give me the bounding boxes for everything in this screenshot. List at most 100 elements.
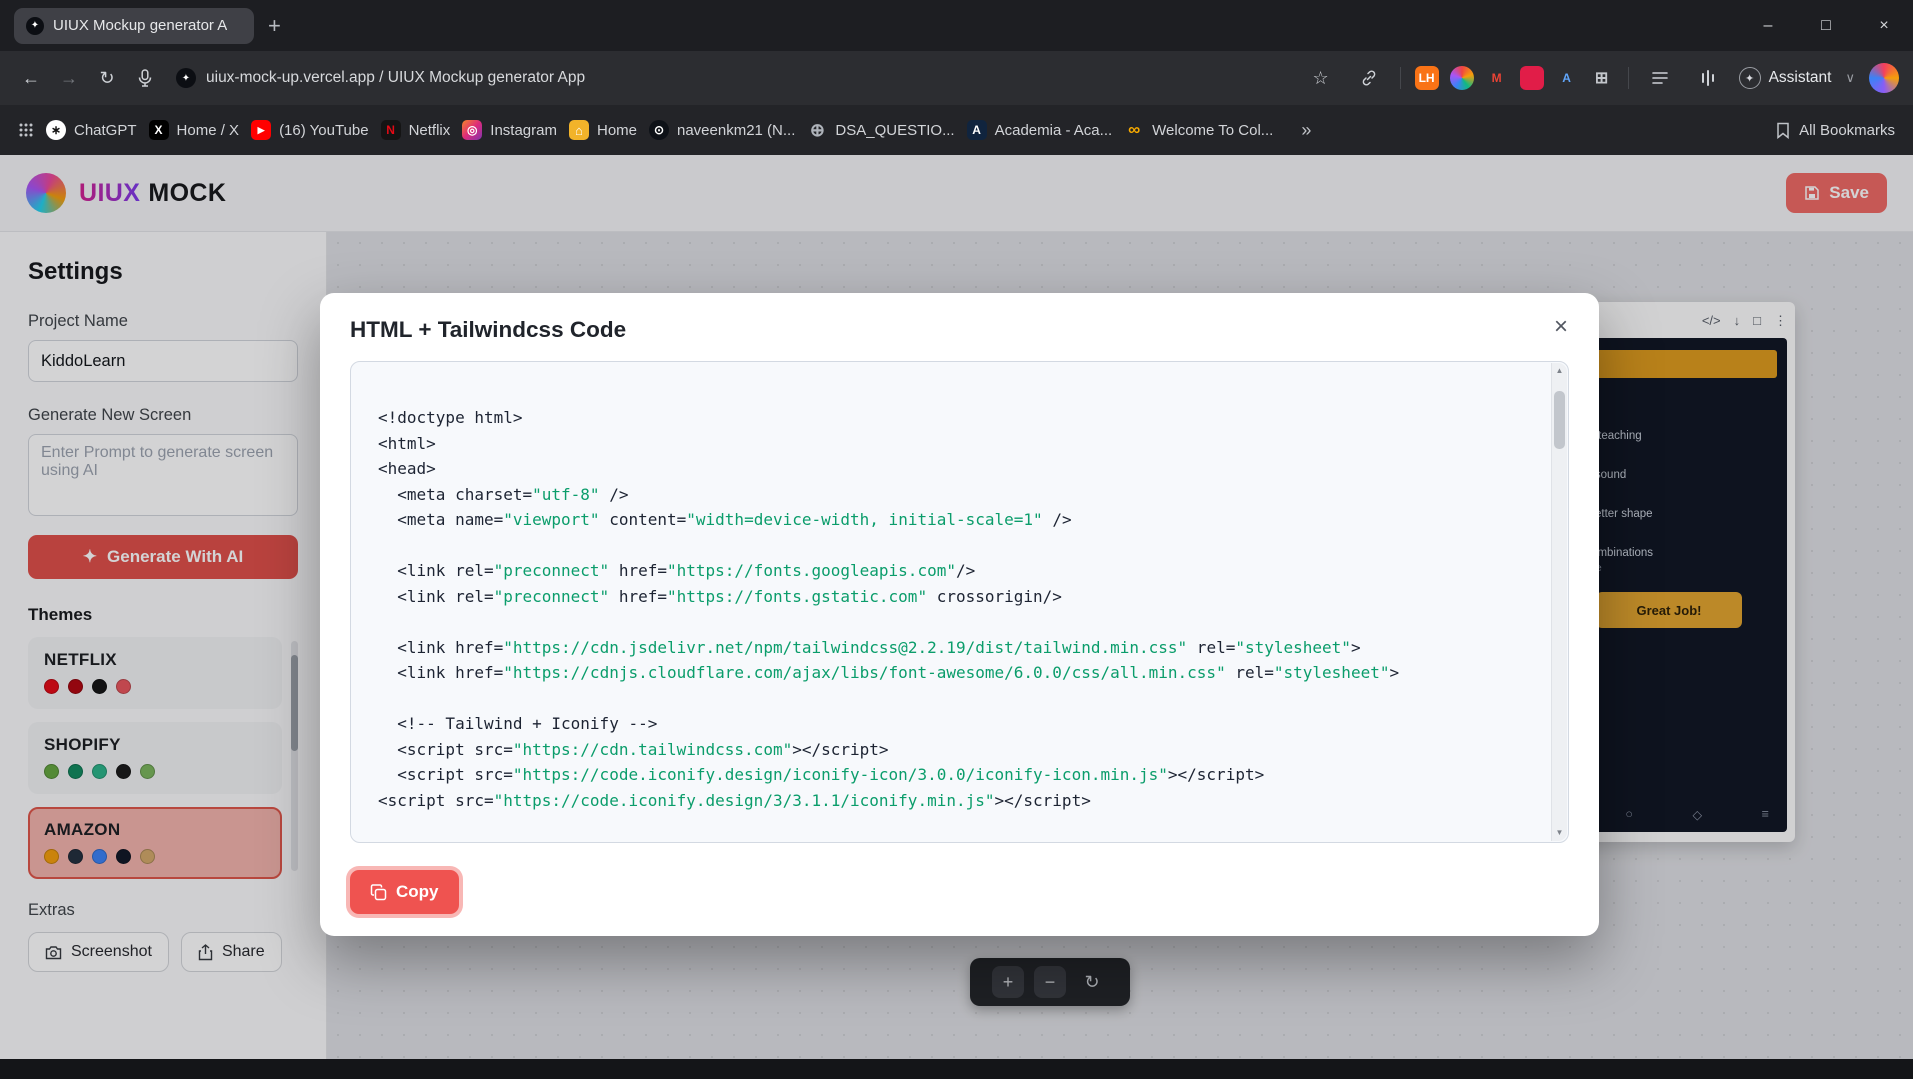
assistant-label: Assistant: [1768, 69, 1832, 86]
browser-navbar: ← → ↻ ✦ uiux-mock-up.vercel.app / UIUX M…: [0, 51, 1913, 105]
code-line: <html>: [378, 433, 436, 453]
profile-avatar[interactable]: [1869, 63, 1899, 93]
forward-button[interactable]: →: [52, 61, 86, 95]
bookmark-home[interactable]: ⌂ Home: [568, 120, 637, 140]
tab-strip: ✦ UIUX Mockup generator A + – □ ×: [0, 0, 1913, 51]
dsa-favicon-icon: ⊕: [809, 120, 825, 140]
copy-link-icon[interactable]: [1352, 61, 1386, 95]
bookmark-label: DSA_QUESTIO...: [835, 121, 955, 139]
netflix-favicon-icon: N: [380, 120, 401, 140]
browser-chrome: ✦ UIUX Mockup generator A + – □ × ← → ↻ …: [0, 0, 1913, 155]
extensions-list: LH M A ⊞: [1414, 66, 1614, 90]
youtube-favicon-icon: ▶: [251, 120, 272, 140]
colab-favicon-icon: ∞: [1128, 120, 1141, 139]
code-line: <!doctype html>: [378, 408, 523, 427]
code-line: <meta name="viewport" content="width=dev…: [378, 510, 1072, 529]
equalizer-icon[interactable]: [1691, 61, 1725, 95]
reading-list-icon[interactable]: [1643, 61, 1677, 95]
code-scrollbar-thumb[interactable]: [1554, 391, 1565, 449]
bookmark-netflix[interactable]: N Netflix: [380, 120, 451, 140]
copy-button[interactable]: Copy: [350, 870, 459, 914]
pink-tool-extension-icon[interactable]: [1519, 66, 1544, 90]
window-controls: – □ ×: [1739, 0, 1913, 51]
bookmark-youtube[interactable]: ▶ (16) YouTube: [251, 120, 369, 140]
site-favicon-icon: ✦: [176, 68, 196, 88]
bookmark-instagram[interactable]: ◎ Instagram: [462, 120, 557, 140]
bookmarks-overflow-chevron[interactable]: »: [1301, 120, 1311, 141]
address-bar[interactable]: ✦ uiux-mock-up.vercel.app / UIUX Mockup …: [176, 68, 585, 88]
back-button[interactable]: ←: [14, 61, 48, 95]
app-viewport: UIUX MOCK Save Settings Project Name Gen…: [0, 155, 1913, 1059]
browser-tab[interactable]: ✦ UIUX Mockup generator A: [14, 7, 254, 44]
bookmark-dsa[interactable]: ⊕ DSA_QUESTIO...: [807, 120, 955, 140]
all-bookmarks-label: All Bookmarks: [1799, 121, 1895, 139]
modal-title: HTML + Tailwindcss Code: [350, 317, 627, 342]
instagram-favicon-icon: ◎: [462, 120, 483, 140]
code-line: <meta charset="utf-8" />: [378, 484, 629, 504]
navbar-right-cluster: ☆ LH M A ⊞ ✦ Assistant ∨: [1304, 61, 1899, 95]
close-window-button[interactable]: ×: [1855, 0, 1913, 51]
tab-title: UIUX Mockup generator A: [53, 17, 228, 34]
extensions-puzzle-extension-icon[interactable]: ⊞: [1590, 66, 1614, 90]
assistant-button[interactable]: ✦ Assistant: [1738, 67, 1832, 89]
divider: [1399, 67, 1401, 89]
code-line: <link href="https://cdn.jsdelivr.net/npm…: [378, 637, 1361, 657]
chevron-down-icon[interactable]: ∨: [1845, 70, 1855, 86]
code-scrollbar[interactable]: ▲ ▼: [1551, 363, 1567, 841]
bookmark-x-home[interactable]: X Home / X: [148, 120, 240, 140]
address-text: uiux-mock-up.vercel.app / UIUX Mockup ge…: [206, 69, 586, 86]
home-favicon-icon: ⌂: [568, 120, 589, 140]
bookmark-label: Academia - Aca...: [994, 121, 1113, 139]
bookmark-colab[interactable]: ∞ Welcome To Col...: [1124, 120, 1273, 140]
bookmark-label: Home / X: [176, 121, 240, 139]
color-wheel-extension-icon[interactable]: [1449, 66, 1474, 90]
bookmark-github[interactable]: ⊙ naveenkm21 (N...: [649, 120, 795, 140]
bookmark-label: Home: [596, 121, 637, 139]
code-line: <script src="https://code.iconify.design…: [378, 790, 1091, 810]
bookmark-star-icon[interactable]: ☆: [1304, 61, 1338, 95]
academia-favicon-icon: A: [966, 120, 987, 140]
bookmark-academia[interactable]: A Academia - Aca...: [966, 120, 1113, 140]
new-tab-button[interactable]: +: [268, 13, 281, 39]
reload-button[interactable]: ↻: [90, 61, 124, 95]
x-home-favicon-icon: X: [148, 120, 169, 140]
gmail-extension-icon[interactable]: M: [1485, 66, 1509, 90]
chatgpt-favicon-icon: ∗: [46, 120, 66, 140]
tab-favicon-icon: ✦: [26, 16, 44, 35]
all-bookmarks-button[interactable]: All Bookmarks: [1776, 122, 1895, 139]
code-line: <link href="https://cdnjs.cloudflare.com…: [378, 663, 1400, 682]
scroll-up-arrow[interactable]: ▲: [1552, 363, 1567, 379]
voice-search-icon[interactable]: [128, 61, 162, 95]
bookmark-chatgpt[interactable]: ∗ ChatGPT: [46, 120, 137, 140]
code-line: <!-- Tailwind + Iconify -->: [378, 714, 658, 733]
copy-label: Copy: [396, 882, 439, 901]
code-line: <link rel="preconnect" href="https://fon…: [378, 586, 1062, 606]
assistant-icon: ✦: [1738, 67, 1761, 89]
minimize-button[interactable]: –: [1739, 0, 1797, 51]
bookmark-label: (16) YouTube: [279, 121, 369, 139]
code-line: <script src="https://code.iconify.design…: [378, 765, 1265, 784]
scroll-down-arrow[interactable]: ▼: [1552, 825, 1567, 841]
code-modal: HTML + Tailwindcss Code × <!doctype html…: [320, 293, 1599, 936]
bookmark-label: Instagram: [490, 121, 557, 139]
bookmark-label: Netflix: [408, 121, 451, 139]
lighthouse-extension-icon[interactable]: LH: [1414, 66, 1439, 90]
taskbar-strip: [0, 1059, 1913, 1079]
code-line: <script src="https://cdn.tailwindcss.com…: [378, 739, 889, 759]
maximize-button[interactable]: □: [1797, 0, 1855, 51]
apps-grid-icon[interactable]: [18, 122, 34, 138]
copy-icon: [370, 883, 387, 900]
github-favicon-icon: ⊙: [649, 120, 669, 140]
code-line: <head>: [378, 459, 436, 478]
bookmarks-list: ∗ ChatGPT X Home / X ▶ (16) YouTube N Netflix ◎ I…: [46, 120, 1285, 140]
divider: [1627, 67, 1629, 89]
code-content[interactable]: <!doctype html> <html> <head> <meta charse…: [352, 363, 1551, 841]
bookmark-label: naveenkm21 (N...: [677, 121, 796, 139]
blue-a-extension-icon[interactable]: A: [1555, 66, 1579, 90]
close-modal-icon[interactable]: ×: [1545, 311, 1577, 343]
bookmark-label: Welcome To Col...: [1152, 121, 1274, 139]
code-box: <!doctype html> <html> <head> <meta charse…: [350, 361, 1569, 843]
